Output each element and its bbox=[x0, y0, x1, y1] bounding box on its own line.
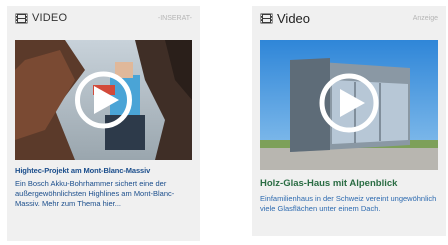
video-title[interactable]: Holz-Glas-Haus mit Alpenblick bbox=[260, 178, 440, 189]
video-description[interactable]: Einfamilienhaus in der Schweiz vereint u… bbox=[260, 194, 440, 214]
film-icon bbox=[15, 13, 28, 23]
climbing-thumbnail-image bbox=[15, 40, 192, 160]
page: VIDEO -INSERAT- Hightec-Projekt am Mont-… bbox=[0, 0, 448, 245]
ad-label: -INSERAT- bbox=[157, 14, 192, 22]
film-icon bbox=[260, 13, 273, 23]
ad-label: Anzeige bbox=[412, 14, 438, 22]
video-thumbnail[interactable] bbox=[260, 40, 438, 170]
card-header: VIDEO -INSERAT- bbox=[7, 6, 200, 30]
card-header: Video Anzeige bbox=[252, 6, 446, 30]
video-thumbnail[interactable] bbox=[15, 40, 192, 160]
video-section-label: Video bbox=[277, 10, 311, 26]
video-title[interactable]: Hightec-Projekt am Mont-Blanc-Massiv bbox=[15, 166, 194, 175]
house-thumbnail-image bbox=[260, 40, 438, 170]
video-description[interactable]: Ein Bosch Akku-Bohrhammer sichert eine d… bbox=[15, 179, 194, 208]
video-card-house[interactable]: Video Anzeige Holz-Glas-Haus mit Alpenbl… bbox=[252, 6, 446, 236]
video-section-label: VIDEO bbox=[32, 12, 68, 24]
video-card-climbing[interactable]: VIDEO -INSERAT- Hightec-Projekt am Mont-… bbox=[7, 6, 200, 241]
